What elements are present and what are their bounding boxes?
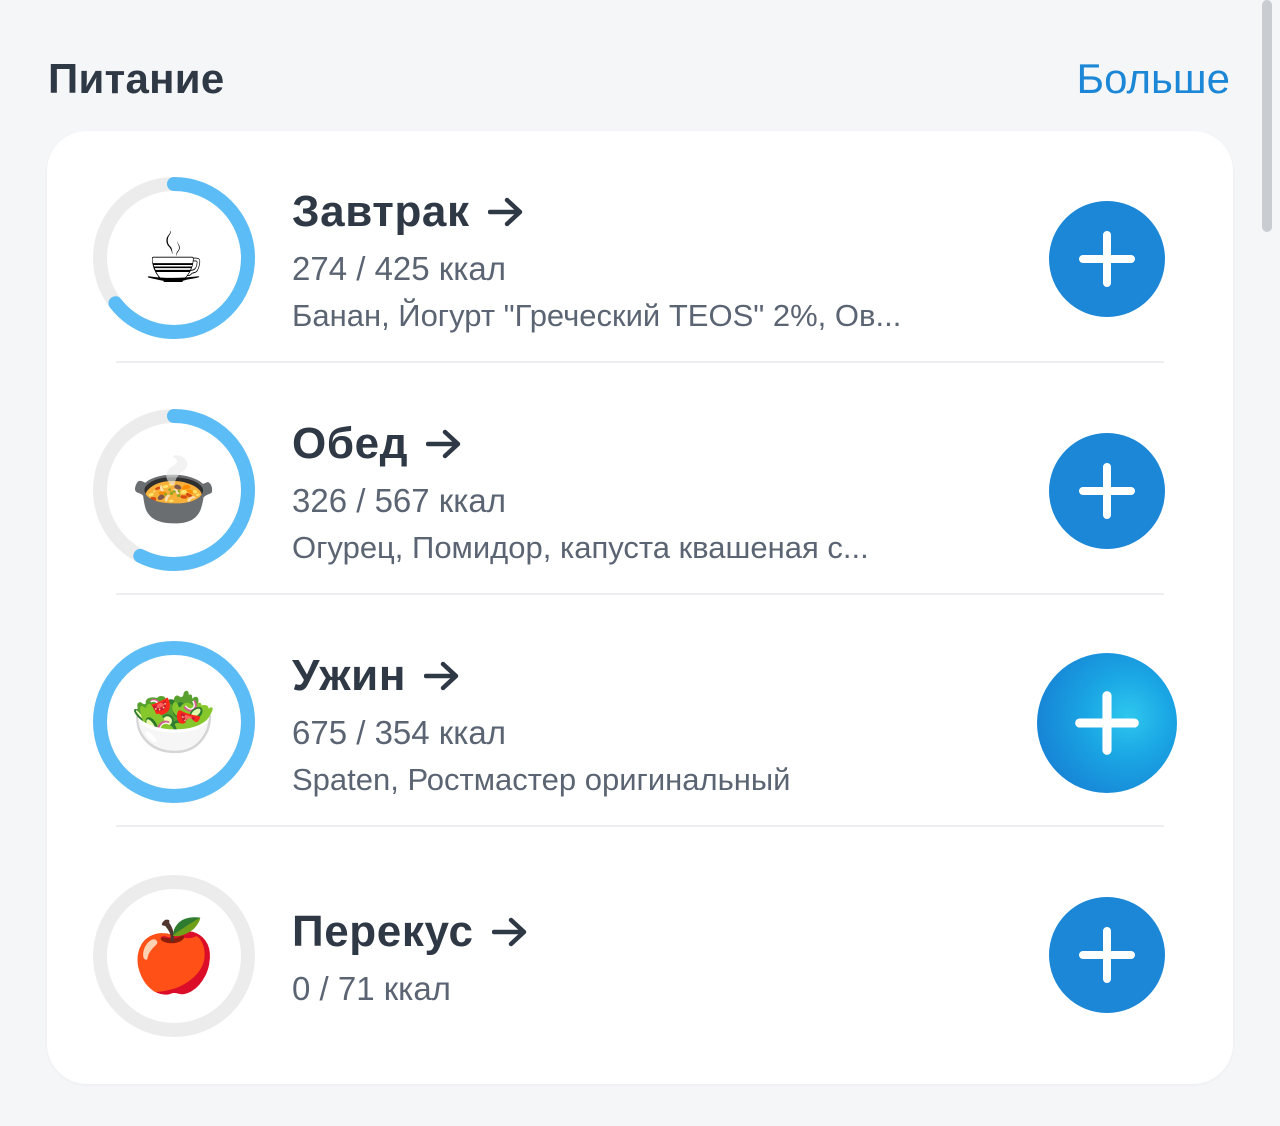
meal-items: Spaten, Ростмастер оригинальный: [292, 762, 791, 797]
arrow-right-icon: [426, 429, 461, 459]
meal-info-breakfast: Завтрак 274 / 425 ккал Банан, Йогурт "Гр…: [292, 187, 1012, 335]
plus-icon: [1079, 463, 1135, 519]
apple-icon: 🍎: [130, 917, 218, 995]
meal-items: Огурец, Помидор, капуста квашеная с...: [292, 530, 869, 565]
add-lunch-button[interactable]: [1049, 433, 1165, 549]
meal-kcal: 0 / 71 ккал: [292, 970, 451, 1007]
meal-items: Банан, Йогурт "Греческий TEOS" 2%, Ов...: [292, 298, 902, 333]
breakfast-progress-ring: ☕: [93, 177, 255, 339]
more-link[interactable]: Больше: [1077, 56, 1230, 102]
add-breakfast-button[interactable]: [1049, 201, 1165, 317]
section-title: Питание: [48, 55, 225, 102]
plus-icon: [1079, 231, 1135, 287]
meal-info-dinner: Ужин 675 / 354 ккал Spaten, Ростмастер о…: [292, 651, 1012, 799]
add-dinner-button[interactable]: [1037, 653, 1177, 793]
nutrition-card: ☕ Завтрак 274 / 425 ккал Банан, Йогурт "…: [47, 131, 1233, 1084]
snack-progress-ring: 🍎: [93, 875, 255, 1037]
coffee-icon: ☕: [142, 219, 206, 297]
arrow-right-icon: [487, 197, 522, 227]
plus-icon: [1075, 691, 1139, 755]
pot-of-food-icon: 🍲: [130, 451, 218, 529]
plus-icon: [1079, 927, 1135, 983]
dinner-progress-ring: 🥗: [93, 641, 255, 803]
meal-row-snack[interactable]: 🍎 Перекус 0 / 71 ккал: [47, 827, 1233, 1059]
meal-name: Ужин: [292, 651, 407, 700]
meal-name: Перекус: [292, 907, 474, 956]
arrow-right-icon: [491, 917, 526, 947]
meal-row-dinner[interactable]: 🥗 Ужин 675 / 354 ккал Spaten, Ростмастер…: [47, 595, 1233, 827]
meal-kcal: 326 / 567 ккал: [292, 482, 507, 519]
meal-row-lunch[interactable]: 🍲 Обед 326 / 567 ккал Огурец, Помидор, к…: [47, 363, 1233, 595]
meal-name: Обед: [292, 419, 409, 468]
meal-info-snack: Перекус 0 / 71 ккал: [292, 907, 1012, 1009]
meal-kcal: 274 / 425 ккал: [292, 250, 507, 287]
meal-name: Завтрак: [292, 187, 470, 236]
add-snack-button[interactable]: [1049, 897, 1165, 1013]
salad-icon: 🥗: [130, 683, 218, 761]
scrollbar[interactable]: [1262, 0, 1272, 232]
meal-info-lunch: Обед 326 / 567 ккал Огурец, Помидор, кап…: [292, 419, 1012, 567]
meal-row-breakfast[interactable]: ☕ Завтрак 274 / 425 ккал Банан, Йогурт "…: [47, 131, 1233, 363]
arrow-right-icon: [424, 661, 459, 691]
meal-kcal: 675 / 354 ккал: [292, 714, 507, 751]
lunch-progress-ring: 🍲: [93, 409, 255, 571]
